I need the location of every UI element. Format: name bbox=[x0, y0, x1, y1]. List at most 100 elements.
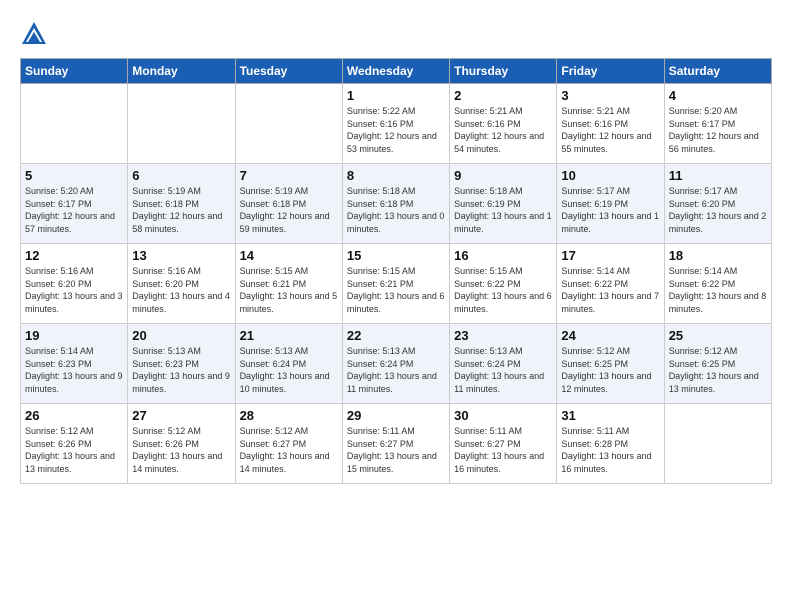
day-number: 2 bbox=[454, 88, 552, 103]
calendar-cell: 27Sunrise: 5:12 AMSunset: 6:26 PMDayligh… bbox=[128, 404, 235, 484]
header bbox=[20, 20, 772, 48]
calendar-cell: 9 Sunrise: 5:18 AMSunset: 6:19 PMDaylight… bbox=[450, 164, 557, 244]
day-number: 8 bbox=[347, 168, 445, 183]
cell-info: Sunrise: 5:22 AMSunset: 6:16 PMDaylight:… bbox=[347, 105, 445, 155]
cell-info: Sunrise: 5:21 AMSunset: 6:16 PMDaylight:… bbox=[561, 105, 659, 155]
calendar-cell: 10 Sunrise: 5:17 AMSunset: 6:19 PMDayligh… bbox=[557, 164, 664, 244]
day-number: 30 bbox=[454, 408, 552, 423]
calendar-cell: 15 Sunrise: 5:15 AMSunset: 6:21 PMDayligh… bbox=[342, 244, 449, 324]
cell-info: Sunrise: 5:11 AMSunset: 6:27 PMDaylight:… bbox=[454, 425, 552, 475]
cell-info: Sunrise: 5:15 AMSunset: 6:21 PMDaylight:… bbox=[240, 265, 338, 315]
calendar-cell: 21 Sunrise: 5:13 AMSunset: 6:24 PMDayligh… bbox=[235, 324, 342, 404]
cell-info: Sunrise: 5:16 AMSunset: 6:20 PMDaylight:… bbox=[25, 265, 123, 315]
calendar-cell: 28 Sunrise: 5:12 AMSunset: 6:27 PMDayligh… bbox=[235, 404, 342, 484]
calendar-cell: 20Sunrise: 5:13 AMSunset: 6:23 PMDayligh… bbox=[128, 324, 235, 404]
calendar-cell: 14 Sunrise: 5:15 AMSunset: 6:21 PMDayligh… bbox=[235, 244, 342, 324]
cell-info: Sunrise: 5:12 AMSunset: 6:26 PMDaylight:… bbox=[132, 425, 230, 475]
calendar-cell: 25Sunrise: 5:12 AMSunset: 6:25 PMDayligh… bbox=[664, 324, 771, 404]
day-number: 19 bbox=[25, 328, 123, 343]
cell-info: Sunrise: 5:12 AMSunset: 6:27 PMDaylight:… bbox=[240, 425, 338, 475]
day-number: 1 bbox=[347, 88, 445, 103]
calendar-week-row: 26 Sunrise: 5:12 AMSunset: 6:26 PMDayligh… bbox=[21, 404, 772, 484]
cell-info: Sunrise: 5:17 AMSunset: 6:19 PMDaylight:… bbox=[561, 185, 659, 235]
calendar-cell: 16 Sunrise: 5:15 AMSunset: 6:22 PMDayligh… bbox=[450, 244, 557, 324]
day-number: 16 bbox=[454, 248, 552, 263]
calendar-cell: 22Sunrise: 5:13 AMSunset: 6:24 PMDayligh… bbox=[342, 324, 449, 404]
cell-info: Sunrise: 5:14 AMSunset: 6:22 PMDaylight:… bbox=[561, 265, 659, 315]
calendar-week-row: 19 Sunrise: 5:14 AMSunset: 6:23 PMDayligh… bbox=[21, 324, 772, 404]
logo-icon bbox=[20, 20, 48, 48]
day-number: 3 bbox=[561, 88, 659, 103]
day-number: 12 bbox=[25, 248, 123, 263]
page: SundayMondayTuesdayWednesdayThursdayFrid… bbox=[0, 0, 792, 494]
calendar-cell: 8 Sunrise: 5:18 AMSunset: 6:18 PMDaylight… bbox=[342, 164, 449, 244]
weekday-header: Saturday bbox=[664, 59, 771, 84]
day-number: 24 bbox=[561, 328, 659, 343]
cell-info: Sunrise: 5:15 AMSunset: 6:21 PMDaylight:… bbox=[347, 265, 445, 315]
day-number: 20 bbox=[132, 328, 230, 343]
day-number: 7 bbox=[240, 168, 338, 183]
day-number: 4 bbox=[669, 88, 767, 103]
day-number: 13 bbox=[132, 248, 230, 263]
cell-info: Sunrise: 5:20 AMSunset: 6:17 PMDaylight:… bbox=[25, 185, 123, 235]
cell-info: Sunrise: 5:17 AMSunset: 6:20 PMDaylight:… bbox=[669, 185, 767, 235]
day-number: 28 bbox=[240, 408, 338, 423]
cell-info: Sunrise: 5:20 AMSunset: 6:17 PMDaylight:… bbox=[669, 105, 767, 155]
cell-info: Sunrise: 5:19 AMSunset: 6:18 PMDaylight:… bbox=[240, 185, 338, 235]
weekday-header: Sunday bbox=[21, 59, 128, 84]
day-number: 21 bbox=[240, 328, 338, 343]
day-number: 11 bbox=[669, 168, 767, 183]
day-number: 9 bbox=[454, 168, 552, 183]
day-number: 29 bbox=[347, 408, 445, 423]
cell-info: Sunrise: 5:18 AMSunset: 6:19 PMDaylight:… bbox=[454, 185, 552, 235]
logo bbox=[20, 20, 52, 48]
calendar-header-row: SundayMondayTuesdayWednesdayThursdayFrid… bbox=[21, 59, 772, 84]
day-number: 31 bbox=[561, 408, 659, 423]
weekday-header: Wednesday bbox=[342, 59, 449, 84]
calendar-cell: 2 Sunrise: 5:21 AMSunset: 6:16 PMDaylight… bbox=[450, 84, 557, 164]
cell-info: Sunrise: 5:11 AMSunset: 6:27 PMDaylight:… bbox=[347, 425, 445, 475]
day-number: 26 bbox=[25, 408, 123, 423]
cell-info: Sunrise: 5:14 AMSunset: 6:22 PMDaylight:… bbox=[669, 265, 767, 315]
calendar-cell: 13Sunrise: 5:16 AMSunset: 6:20 PMDayligh… bbox=[128, 244, 235, 324]
day-number: 5 bbox=[25, 168, 123, 183]
calendar-cell: 12 Sunrise: 5:16 AMSunset: 6:20 PMDayligh… bbox=[21, 244, 128, 324]
calendar-cell: 11 Sunrise: 5:17 AMSunset: 6:20 PMDayligh… bbox=[664, 164, 771, 244]
calendar-cell: 19 Sunrise: 5:14 AMSunset: 6:23 PMDayligh… bbox=[21, 324, 128, 404]
day-number: 15 bbox=[347, 248, 445, 263]
cell-info: Sunrise: 5:13 AMSunset: 6:24 PMDaylight:… bbox=[347, 345, 445, 395]
calendar-cell: 24 Sunrise: 5:12 AMSunset: 6:25 PMDayligh… bbox=[557, 324, 664, 404]
calendar-cell bbox=[21, 84, 128, 164]
day-number: 17 bbox=[561, 248, 659, 263]
cell-info: Sunrise: 5:19 AMSunset: 6:18 PMDaylight:… bbox=[132, 185, 230, 235]
calendar-cell: 29 Sunrise: 5:11 AMSunset: 6:27 PMDayligh… bbox=[342, 404, 449, 484]
calendar-cell: 26 Sunrise: 5:12 AMSunset: 6:26 PMDayligh… bbox=[21, 404, 128, 484]
calendar-cell: 23 Sunrise: 5:13 AMSunset: 6:24 PMDayligh… bbox=[450, 324, 557, 404]
calendar-cell: 7 Sunrise: 5:19 AMSunset: 6:18 PMDaylight… bbox=[235, 164, 342, 244]
cell-info: Sunrise: 5:15 AMSunset: 6:22 PMDaylight:… bbox=[454, 265, 552, 315]
weekday-header: Monday bbox=[128, 59, 235, 84]
day-number: 25 bbox=[669, 328, 767, 343]
calendar-cell: 5 Sunrise: 5:20 AMSunset: 6:17 PMDaylight… bbox=[21, 164, 128, 244]
calendar-table: SundayMondayTuesdayWednesdayThursdayFrid… bbox=[20, 58, 772, 484]
cell-info: Sunrise: 5:12 AMSunset: 6:26 PMDaylight:… bbox=[25, 425, 123, 475]
calendar-week-row: 12 Sunrise: 5:16 AMSunset: 6:20 PMDayligh… bbox=[21, 244, 772, 324]
calendar-cell: 6Sunrise: 5:19 AMSunset: 6:18 PMDaylight… bbox=[128, 164, 235, 244]
calendar-cell bbox=[128, 84, 235, 164]
cell-info: Sunrise: 5:21 AMSunset: 6:16 PMDaylight:… bbox=[454, 105, 552, 155]
cell-info: Sunrise: 5:12 AMSunset: 6:25 PMDaylight:… bbox=[561, 345, 659, 395]
cell-info: Sunrise: 5:13 AMSunset: 6:24 PMDaylight:… bbox=[240, 345, 338, 395]
weekday-header: Thursday bbox=[450, 59, 557, 84]
cell-info: Sunrise: 5:11 AMSunset: 6:28 PMDaylight:… bbox=[561, 425, 659, 475]
day-number: 10 bbox=[561, 168, 659, 183]
cell-info: Sunrise: 5:14 AMSunset: 6:23 PMDaylight:… bbox=[25, 345, 123, 395]
calendar-cell: 18Sunrise: 5:14 AMSunset: 6:22 PMDayligh… bbox=[664, 244, 771, 324]
calendar-cell: 31 Sunrise: 5:11 AMSunset: 6:28 PMDayligh… bbox=[557, 404, 664, 484]
cell-info: Sunrise: 5:18 AMSunset: 6:18 PMDaylight:… bbox=[347, 185, 445, 235]
calendar-cell: 3 Sunrise: 5:21 AMSunset: 6:16 PMDaylight… bbox=[557, 84, 664, 164]
calendar-cell: 1 Sunrise: 5:22 AMSunset: 6:16 PMDaylight… bbox=[342, 84, 449, 164]
day-number: 14 bbox=[240, 248, 338, 263]
day-number: 23 bbox=[454, 328, 552, 343]
cell-info: Sunrise: 5:13 AMSunset: 6:24 PMDaylight:… bbox=[454, 345, 552, 395]
calendar-cell: 30 Sunrise: 5:11 AMSunset: 6:27 PMDayligh… bbox=[450, 404, 557, 484]
